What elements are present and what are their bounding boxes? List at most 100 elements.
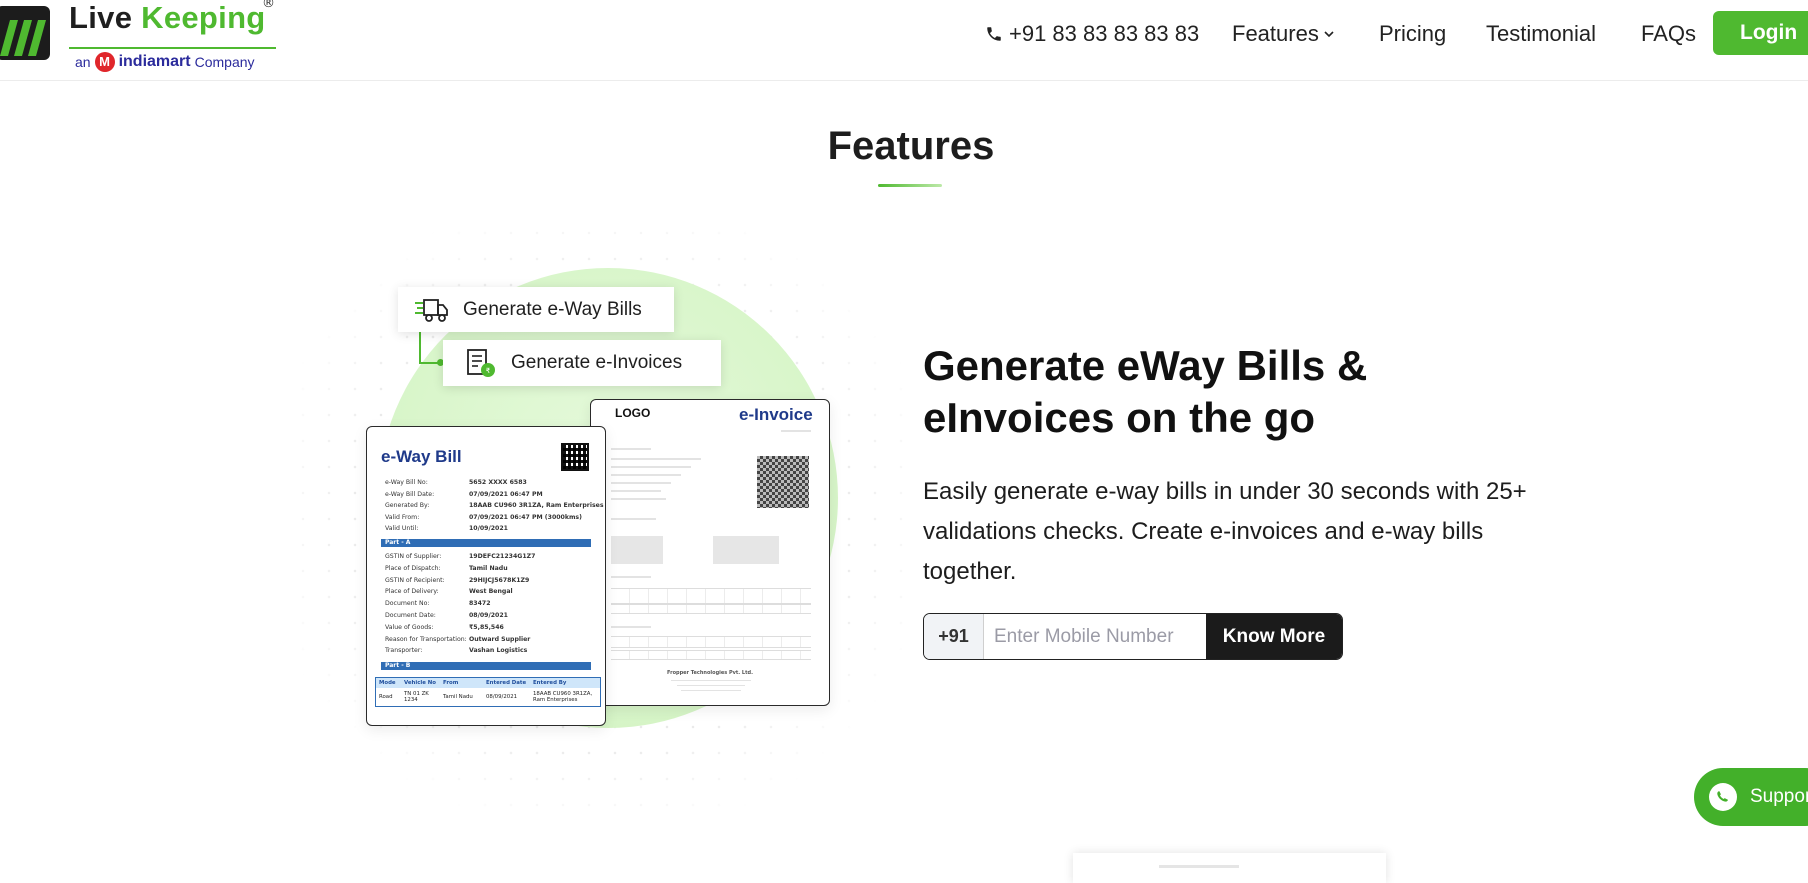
bill-field-row: Valid From: 07/09/2021 06:47 PM (3000kms) bbox=[385, 514, 582, 521]
invoice-line bbox=[611, 458, 701, 460]
invoice-line bbox=[611, 474, 681, 476]
section-title: Features bbox=[827, 124, 995, 168]
table-header-cell: From bbox=[443, 680, 459, 686]
table-header-cell: Mode bbox=[379, 680, 396, 686]
next-feature-card bbox=[1073, 853, 1386, 883]
einvoice-logo-placeholder: LOGO bbox=[615, 406, 651, 420]
part-b-bar: Part - B bbox=[381, 662, 591, 670]
invoice-line bbox=[611, 466, 691, 468]
bill-field-label: Document No: bbox=[385, 600, 430, 608]
logo-tagline: an M indiamart Company bbox=[75, 52, 255, 72]
invoice-line bbox=[781, 430, 811, 432]
bill-field-value: 08/09/2021 bbox=[469, 612, 508, 619]
bill-field-row: Transporter: Vashan Logistics bbox=[385, 647, 527, 654]
logo-word-keeping: Keeping bbox=[141, 0, 266, 35]
bill-field-row: Valid Until: 10/09/2021 bbox=[385, 525, 508, 532]
know-more-button[interactable]: Know More bbox=[1206, 614, 1342, 659]
invoice-line bbox=[611, 576, 651, 578]
bill-field-label: Place of Delivery: bbox=[385, 588, 439, 596]
feature-description: Easily generate e-way bills in under 30 … bbox=[923, 478, 1527, 585]
live-keeping-logo-icon[interactable] bbox=[0, 6, 50, 60]
bill-field-label: Reason for Transportation: bbox=[385, 635, 467, 643]
feature-headline: Generate eWay Bills & eInvoices on the g… bbox=[923, 340, 1367, 444]
mobile-signup-form: +91 Know More bbox=[923, 613, 1343, 660]
logo-wordmark[interactable]: Live Keeping bbox=[69, 0, 266, 36]
card-text-placeholder bbox=[1159, 865, 1239, 868]
table-row: Road TN 01 ZK 1234 Tamil Nadu 08/09/2021 18A… bbox=[376, 688, 600, 706]
bill-field-row: e-Way Bill Date: 07/09/2021 06:47 PM bbox=[385, 491, 543, 498]
invoice-value-table bbox=[611, 650, 811, 660]
bill-field-label: e-Way Bill Date: bbox=[385, 490, 435, 498]
part-b-table: Mode Vehicle No From Entered Date Entered By… bbox=[375, 677, 601, 707]
invoice-box bbox=[611, 536, 663, 564]
bill-field-value: Outward Supplier bbox=[469, 635, 531, 643]
invoice-line bbox=[671, 680, 751, 681]
bill-field-value: 29HIJCJ5678K1Z9 bbox=[469, 576, 530, 584]
eway-bill-document: e-Way Bill e-Way Bill No: 5652 XXXX 6583 e… bbox=[366, 426, 606, 726]
bill-field-label: e-Way Bill No: bbox=[385, 479, 428, 486]
bill-field-row: Document No: 83472 bbox=[385, 600, 491, 607]
einvoices-tag: ₹ Generate e-Invoices bbox=[443, 340, 721, 386]
headline-line-2: eInvoices on the go bbox=[923, 394, 1316, 441]
bill-field-value: 10/09/2021 bbox=[469, 525, 508, 532]
nav-pricing-link[interactable]: Pricing bbox=[1379, 14, 1446, 54]
eway-bill-title: e-Way Bill bbox=[381, 447, 462, 466]
support-label: Support bbox=[1750, 786, 1808, 807]
support-chat-button[interactable]: Support bbox=[1694, 768, 1808, 826]
connector-line bbox=[419, 332, 421, 364]
bill-field-label: GSTIN of Recipient: bbox=[385, 576, 445, 584]
login-button[interactable]: Login bbox=[1713, 11, 1808, 55]
phone-number: +91 83 83 83 83 83 bbox=[1009, 21, 1200, 46]
bill-field-label: Valid From: bbox=[385, 513, 420, 521]
einvoice-document: LOGO e-Invoice Fropper Technologies Pvt.… bbox=[590, 399, 830, 706]
logo-underline bbox=[69, 47, 276, 49]
bill-field-value: Tamil Nadu bbox=[469, 564, 508, 572]
table-cell: 18AAB CU960 3R1ZA, Ram Enterprises bbox=[533, 691, 593, 703]
invoice-line bbox=[611, 482, 671, 484]
delivery-truck-icon bbox=[415, 298, 448, 322]
phone-icon bbox=[987, 27, 1001, 41]
invoice-line bbox=[611, 518, 656, 520]
site-header: Live Keeping ® an M indiamart Company +9… bbox=[0, 0, 1808, 81]
nav-phone-link[interactable]: +91 83 83 83 83 83 bbox=[985, 14, 1199, 54]
table-header-cell: Vehicle No bbox=[404, 680, 437, 686]
invoice-line bbox=[681, 690, 741, 691]
table-cell: 08/09/2021 bbox=[486, 694, 518, 700]
part-b-table-header: Mode Vehicle No From Entered Date Entered By bbox=[376, 678, 600, 688]
invoice-item-table bbox=[611, 588, 811, 604]
bill-field-value: West Bengal bbox=[469, 588, 513, 596]
qr-code-icon bbox=[757, 456, 809, 508]
chevron-down-icon bbox=[1324, 31, 1334, 38]
nav-testimonial-link[interactable]: Testimonial bbox=[1486, 14, 1596, 54]
invoice-document-icon: ₹ bbox=[467, 349, 495, 377]
bill-field-value: Vashan Logistics bbox=[469, 647, 528, 655]
bill-field-value: 07/09/2021 06:47 PM (3000kms) bbox=[469, 513, 582, 521]
bill-field-value: ₹5,85,546 bbox=[469, 623, 504, 631]
bill-field-row: Generated By: 18AAB CU960 3R1ZA, Ram Ente… bbox=[385, 502, 604, 509]
country-code: +91 bbox=[924, 614, 984, 659]
invoice-box bbox=[713, 536, 779, 564]
einvoice-title: e-Invoice bbox=[739, 405, 813, 424]
mobile-number-input[interactable] bbox=[984, 614, 1206, 659]
bill-field-label: Generated By: bbox=[385, 502, 430, 509]
tagline-brand: indiamart bbox=[118, 53, 191, 70]
headline-line-1: Generate eWay Bills & bbox=[923, 342, 1368, 389]
bill-field-label: Place of Dispatch: bbox=[385, 564, 441, 572]
invoice-value-table bbox=[611, 636, 811, 648]
nav-features-label: Features bbox=[1232, 21, 1319, 46]
part-a-bar: Part - A bbox=[381, 539, 591, 547]
invoice-line bbox=[611, 498, 666, 500]
bill-field-row: Reason for Transportation: Outward Suppli… bbox=[385, 636, 530, 643]
bill-field-label: GSTIN of Supplier: bbox=[385, 553, 442, 560]
bill-field-row: GSTIN of Recipient: 29HIJCJ5678K1Z9 bbox=[385, 577, 529, 584]
table-cell: Tamil Nadu bbox=[443, 694, 473, 700]
nav-faqs-link[interactable]: FAQs bbox=[1641, 14, 1696, 54]
nav-features-dropdown[interactable]: Features bbox=[1232, 14, 1335, 54]
whatsapp-icon bbox=[1709, 783, 1737, 811]
tagline-suffix: Company bbox=[194, 54, 255, 70]
eway-bills-tag-label: Generate e-Way Bills bbox=[463, 298, 642, 320]
bill-field-row: Place of Dispatch: Tamil Nadu bbox=[385, 565, 508, 572]
table-header-cell: Entered By bbox=[533, 680, 567, 686]
title-underline bbox=[878, 184, 942, 187]
bill-field-label: Document Date: bbox=[385, 612, 436, 619]
